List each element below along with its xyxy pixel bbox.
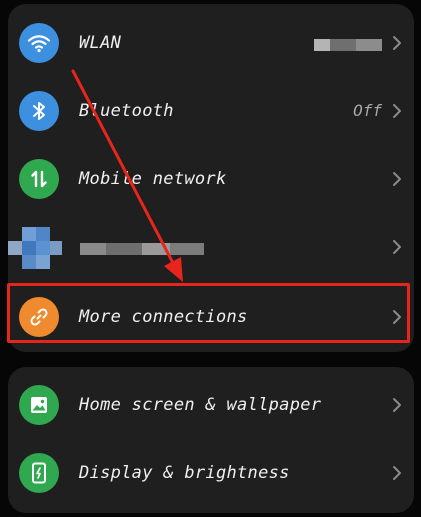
chevron-right-icon: [393, 240, 401, 254]
settings-item-redacted[interactable]: [8, 213, 414, 281]
chevron-right-icon: [393, 398, 401, 412]
bluetooth-icon: [19, 91, 59, 131]
bluetooth-label: Bluetooth: [79, 101, 174, 121]
picture-icon: [19, 385, 59, 425]
chevron-right-icon: [393, 466, 401, 480]
home-screen-label: Home screen & wallpaper: [79, 395, 322, 415]
display-brightness-label: Display & brightness: [79, 463, 290, 483]
chevron-right-icon: [393, 36, 401, 50]
mobile-network-label: Mobile network: [79, 169, 227, 189]
bluetooth-status-value: Off: [353, 101, 382, 120]
settings-item-mobile-network[interactable]: Mobile network: [8, 145, 414, 213]
wifi-icon: [19, 23, 59, 63]
settings-item-bluetooth[interactable]: Bluetooth Off: [8, 77, 414, 145]
settings-item-display-brightness[interactable]: Display & brightness: [8, 439, 414, 507]
settings-item-wlan[interactable]: WLAN: [8, 9, 414, 77]
chevron-right-icon: [393, 172, 401, 186]
chevron-right-icon: [393, 104, 401, 118]
display-card: Home screen & wallpaper Display & bright…: [8, 367, 414, 513]
display-icon: [19, 453, 59, 493]
highlight-box: [7, 283, 410, 343]
settings-item-home-screen[interactable]: Home screen & wallpaper: [8, 371, 414, 439]
wlan-label: WLAN: [79, 33, 122, 53]
mobile-data-icon: [19, 159, 59, 199]
